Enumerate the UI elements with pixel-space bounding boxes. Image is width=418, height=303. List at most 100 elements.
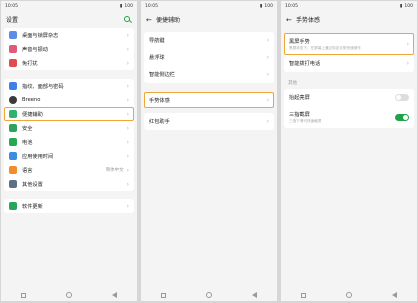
gestures-screen: 10:05 ▮ 100 ← 手势体感 黑屏手势 黑屏状态下，在屏幕上通过特定手势快… bbox=[281, 1, 417, 301]
nav-bar bbox=[281, 289, 417, 301]
chevron-right-icon: › bbox=[126, 166, 129, 174]
chevron-right-icon: › bbox=[126, 59, 129, 67]
chevron-right-icon: › bbox=[266, 71, 269, 78]
settings-item-language[interactable]: 语言 简体中文 › bbox=[4, 163, 134, 177]
search-icon[interactable] bbox=[123, 15, 132, 24]
convenience-group-2: 手势体感 › bbox=[144, 92, 274, 108]
convenience-screen: 10:05 ▮ 100 ← 便捷辅助 导航键 › 悬浮球 › 智能侧边栏 › 手势体感 ›… bbox=[141, 1, 277, 301]
home-icon[interactable] bbox=[66, 292, 72, 298]
raise-to-wake-toggle[interactable] bbox=[395, 94, 409, 101]
convenience-header: ← 便捷辅助 bbox=[141, 11, 277, 28]
page-title: 手势体感 bbox=[296, 17, 321, 24]
settings-item-security[interactable]: 安全 › bbox=[4, 121, 134, 135]
gestures-group-1: 黑屏手势 黑屏状态下，在屏幕上通过特定手势快速操作 › 智能拨打电话 › bbox=[284, 33, 414, 72]
back-icon[interactable] bbox=[252, 292, 257, 298]
settings-screen: 10:05 ▮ 100 设置 桌面与锁屏杂志 › 声音与振动 › 免打扰 › 指纹、面部… bbox=[1, 1, 137, 301]
nav-bar bbox=[1, 289, 137, 301]
breeno-icon bbox=[9, 96, 17, 104]
shield-icon bbox=[9, 124, 17, 132]
settings-header: 设置 bbox=[1, 11, 137, 28]
chevron-right-icon: › bbox=[126, 124, 129, 132]
item-smart-call[interactable]: 智能拨打电话 › bbox=[284, 55, 414, 72]
chevron-right-icon: › bbox=[126, 31, 129, 39]
back-arrow-icon[interactable]: ← bbox=[146, 16, 156, 24]
settings-item-convenience[interactable]: 便捷辅助 › bbox=[4, 107, 134, 121]
chevron-right-icon: › bbox=[266, 37, 269, 44]
settings-item-dnd[interactable]: 免打扰 › bbox=[4, 56, 134, 70]
settings-item-fingerprint[interactable]: 指纹、面部与密码 › bbox=[4, 79, 134, 93]
settings-item-other[interactable]: 其他设置 › bbox=[4, 177, 134, 191]
settings-item-screen-time[interactable]: 应用使用时间 › bbox=[4, 149, 134, 163]
battery-icon: ▮ bbox=[119, 3, 123, 9]
battery-icon: ▮ bbox=[399, 3, 403, 9]
chevron-right-icon: › bbox=[266, 118, 269, 125]
settings-item-desktop[interactable]: 桌面与锁屏杂志 › bbox=[4, 28, 134, 42]
item-gestures[interactable]: 手势体感 › bbox=[144, 92, 274, 108]
page-title: 设置 bbox=[6, 17, 19, 24]
battery-level: 100 bbox=[264, 3, 273, 9]
status-bar: 10:05 ▮ 100 bbox=[1, 1, 137, 11]
chevron-right-icon: › bbox=[126, 82, 129, 90]
fingerprint-icon bbox=[9, 82, 17, 90]
settings-group-2: 指纹、面部与密码 › Breeno › 便捷辅助 › 安全 › 电池 › 应用使用时间 › … bbox=[4, 79, 134, 191]
battery-level: 100 bbox=[404, 3, 413, 9]
item-nav-keys[interactable]: 导航键 › bbox=[144, 32, 274, 49]
settings-group-3: 软件更新 › bbox=[4, 199, 134, 213]
back-arrow-icon[interactable]: ← bbox=[286, 16, 296, 24]
convenience-group-1: 导航键 › 悬浮球 › 智能侧边栏 › bbox=[144, 32, 274, 83]
chevron-right-icon: › bbox=[126, 152, 129, 160]
chevron-right-icon: › bbox=[126, 138, 129, 146]
status-time: 10:05 bbox=[285, 3, 298, 9]
settings-group-1: 桌面与锁屏杂志 › 声音与振动 › 免打扰 › bbox=[4, 28, 134, 70]
more-settings-icon bbox=[9, 180, 17, 188]
three-finger-toggle[interactable] bbox=[395, 113, 409, 121]
recents-icon[interactable] bbox=[21, 292, 26, 298]
gesture-description: 黑屏状态下，在屏幕上通过特定手势快速操作 bbox=[289, 45, 361, 50]
home-icon[interactable] bbox=[346, 292, 352, 298]
chevron-right-icon: › bbox=[126, 202, 129, 210]
wallpaper-icon bbox=[9, 31, 17, 39]
moon-icon bbox=[9, 59, 17, 67]
hourglass-icon bbox=[9, 152, 17, 160]
item-three-finger-screenshot[interactable]: 三指截屏 三指下滑可快速截屏 bbox=[284, 106, 414, 128]
three-finger-label: 三指截屏 bbox=[289, 111, 310, 118]
chevron-right-icon: › bbox=[126, 45, 129, 53]
item-screen-off-gesture[interactable]: 黑屏手势 黑屏状态下，在屏幕上通过特定手势快速操作 › bbox=[284, 33, 414, 55]
chevron-right-icon: › bbox=[126, 180, 129, 188]
recents-icon[interactable] bbox=[161, 292, 166, 298]
update-icon bbox=[9, 202, 17, 210]
item-raise-to-wake[interactable]: 抬起亮屏 bbox=[284, 89, 414, 106]
settings-item-battery[interactable]: 电池 › bbox=[4, 135, 134, 149]
item-smart-sidebar[interactable]: 智能侧边栏 › bbox=[144, 66, 274, 83]
gestures-header: ← 手势体感 bbox=[281, 11, 417, 28]
language-icon bbox=[9, 166, 17, 174]
status-bar: 10:05 ▮ 100 bbox=[141, 1, 277, 11]
three-finger-description: 三指下滑可快速截屏 bbox=[289, 118, 322, 123]
back-icon[interactable] bbox=[392, 292, 397, 298]
item-float-ball[interactable]: 悬浮球 › bbox=[144, 49, 274, 66]
chevron-right-icon: › bbox=[126, 96, 129, 104]
battery-level: 100 bbox=[124, 3, 133, 9]
convenience-icon bbox=[9, 110, 17, 118]
language-value: 简体中文 bbox=[105, 168, 124, 173]
settings-item-update[interactable]: 软件更新 › bbox=[4, 199, 134, 213]
settings-item-breeno[interactable]: Breeno › bbox=[4, 93, 134, 107]
recents-icon[interactable] bbox=[301, 292, 306, 298]
settings-item-sound[interactable]: 声音与振动 › bbox=[4, 42, 134, 56]
status-time: 10:05 bbox=[145, 3, 158, 9]
gesture-label: 黑屏手势 bbox=[289, 38, 310, 45]
nav-bar bbox=[141, 289, 277, 301]
page-title: 便捷辅助 bbox=[156, 17, 181, 24]
item-red-packet[interactable]: 红包助手 › bbox=[144, 113, 274, 130]
back-icon[interactable] bbox=[112, 292, 117, 298]
chevron-right-icon: › bbox=[126, 110, 129, 118]
gestures-group-2: 抬起亮屏 三指截屏 三指下滑可快速截屏 bbox=[284, 89, 414, 128]
sound-icon bbox=[9, 45, 17, 53]
battery-icon bbox=[9, 138, 17, 146]
section-other: 其他 bbox=[288, 81, 297, 86]
status-bar: 10:05 ▮ 100 bbox=[281, 1, 417, 11]
convenience-group-3: 红包助手 › bbox=[144, 113, 274, 130]
home-icon[interactable] bbox=[206, 292, 212, 298]
chevron-right-icon: › bbox=[266, 54, 269, 61]
chevron-right-icon: › bbox=[406, 40, 409, 48]
